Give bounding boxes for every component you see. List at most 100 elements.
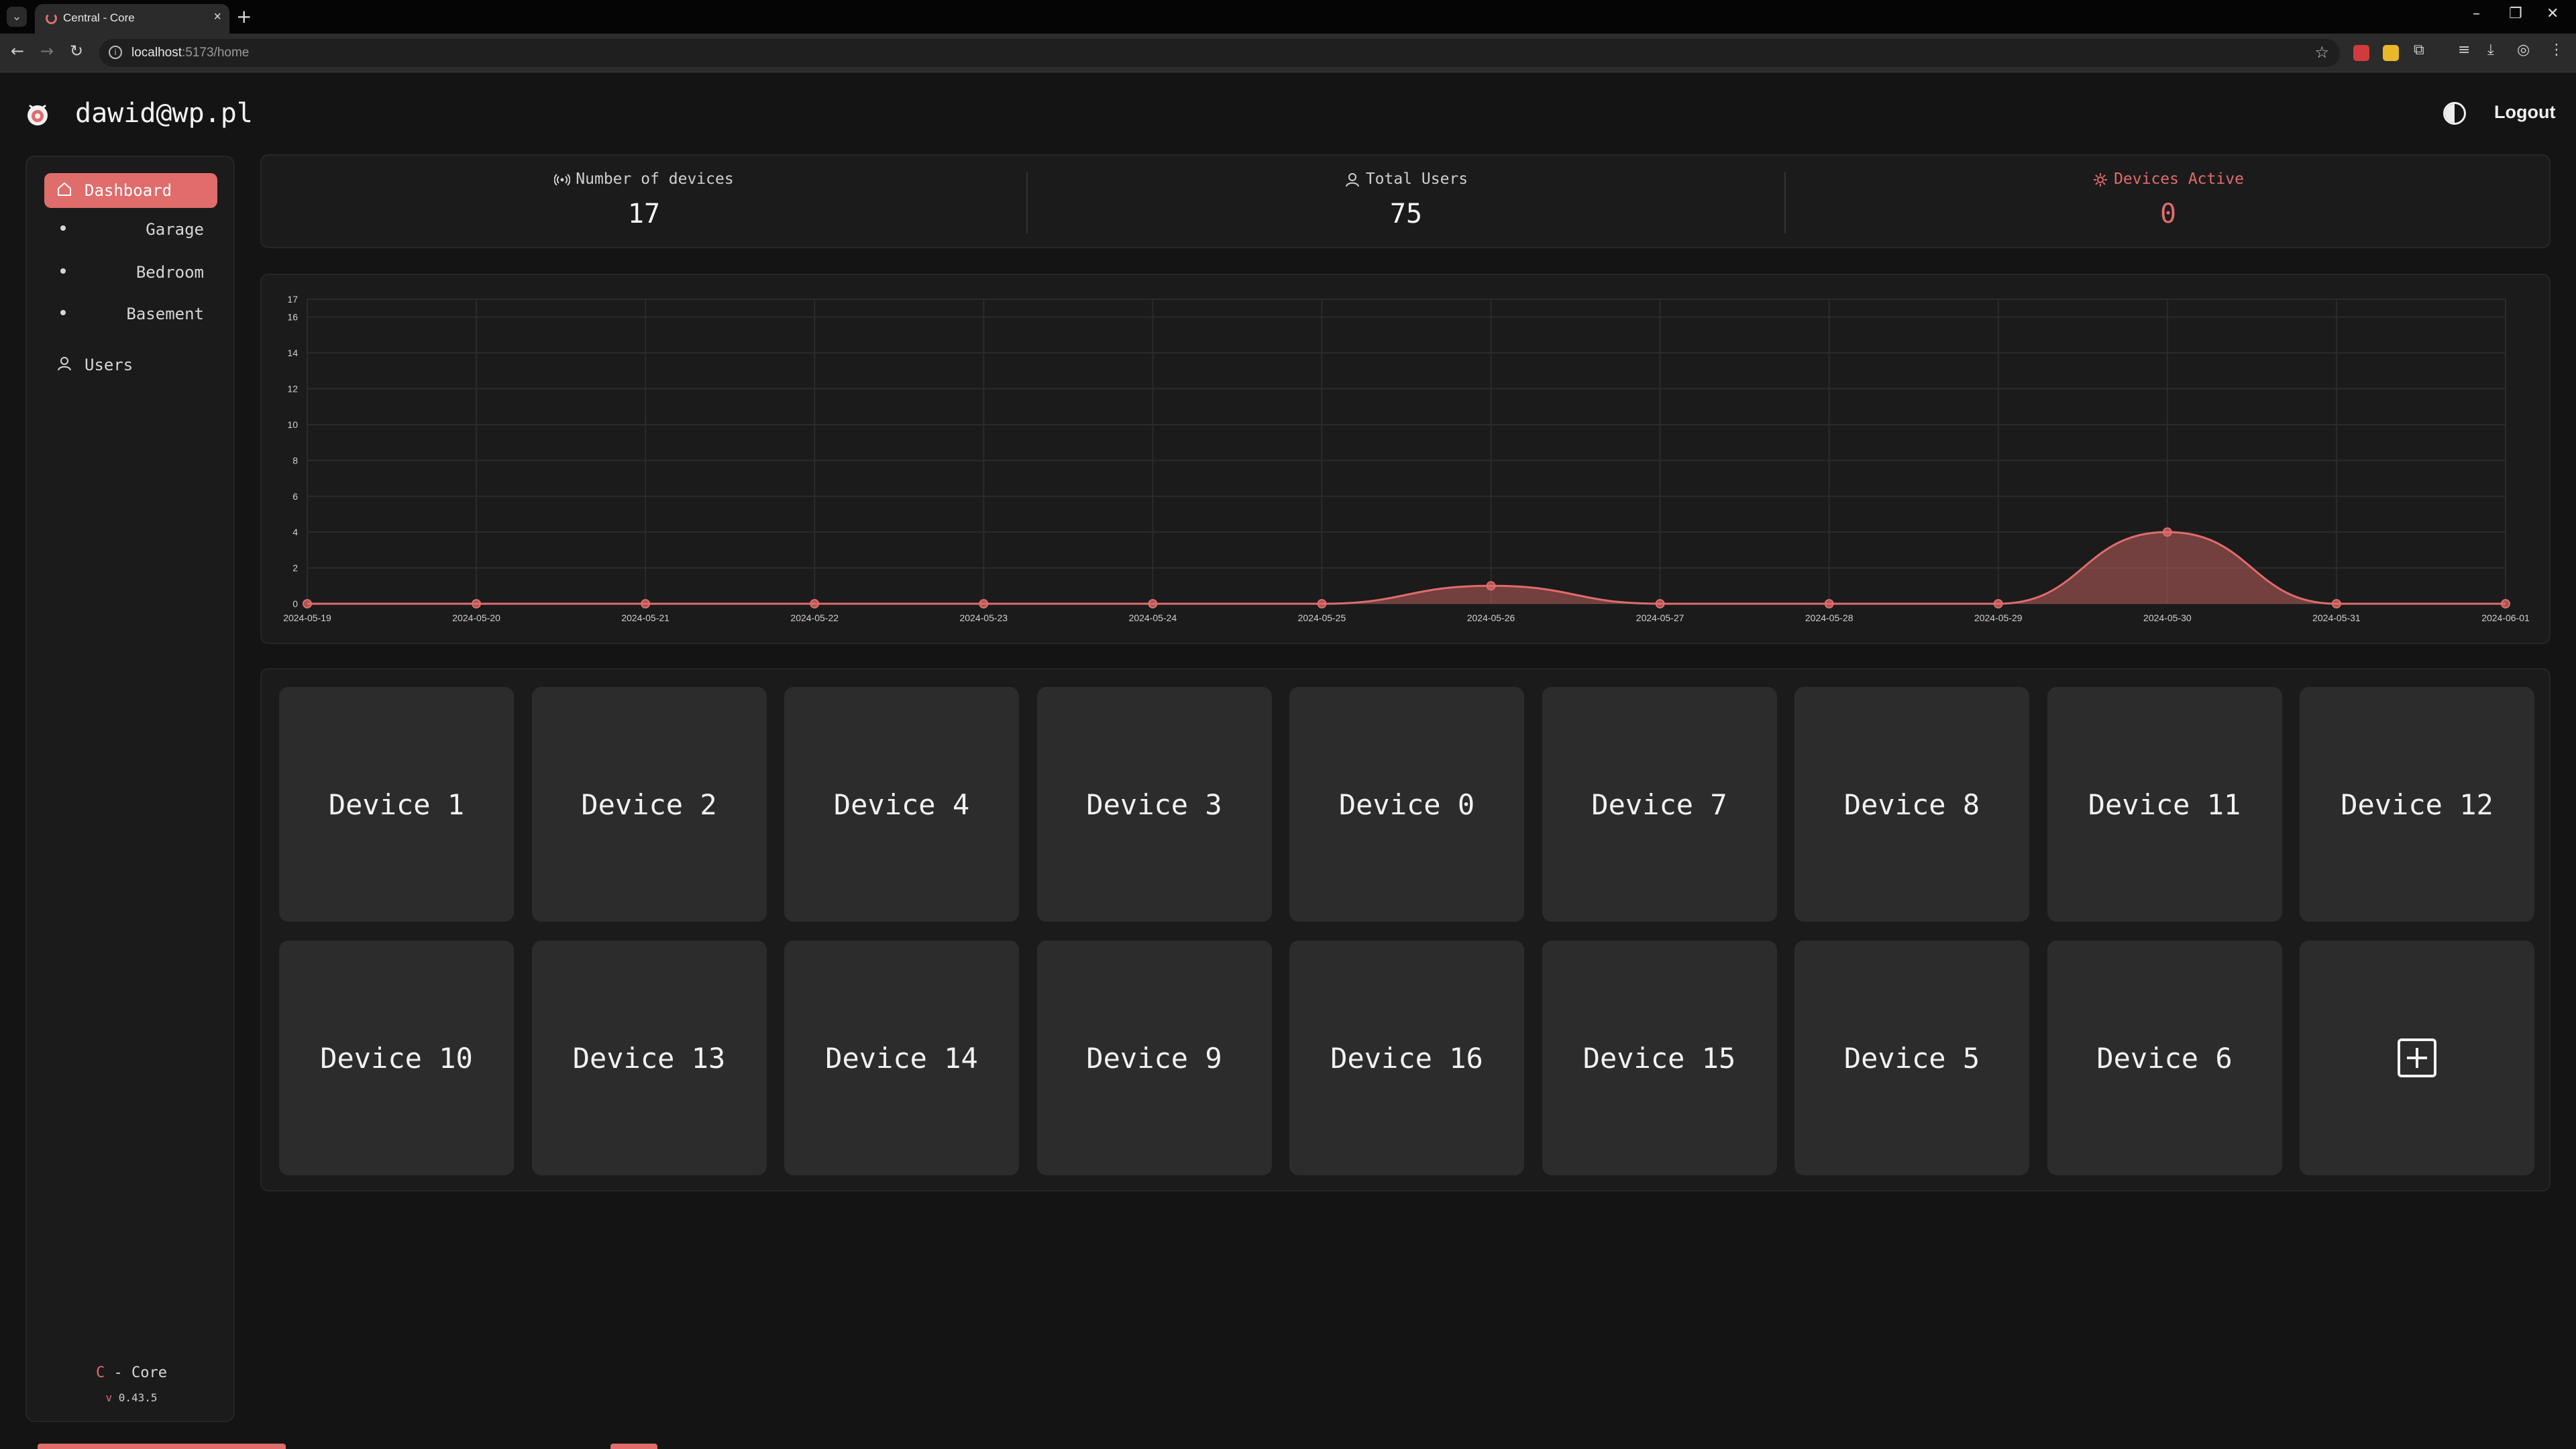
x-tick-label: 2024-06-01 (2481, 612, 2530, 623)
chart-canvas: 0 2 4 6 8 10 12 14 16 17 2024-05-19 2024-05-20 2024-… (283, 294, 2530, 623)
back-icon[interactable]: ← (11, 42, 24, 60)
x-tick-label: 2024-05-22 (790, 612, 839, 623)
stat-users-title: Total Users (1365, 170, 1468, 188)
app-version: v 0.43.5 (105, 1391, 158, 1404)
data-point (1486, 581, 1496, 591)
tab-close-icon[interactable]: × (213, 9, 221, 25)
bottom-scroll-indicator (38, 1444, 286, 1449)
data-point (810, 599, 820, 608)
restore-window-icon[interactable]: ❐ (2509, 5, 2522, 22)
y-tick-label: 10 (287, 419, 298, 430)
bullet-icon (60, 310, 66, 315)
data-point (2501, 599, 2510, 608)
data-point (472, 599, 482, 608)
device-tile[interactable]: Device 3 (1036, 687, 1272, 922)
device-tile[interactable]: Device 12 (2300, 687, 2534, 922)
data-point (1993, 599, 2003, 608)
bookmark-star-icon[interactable]: ☆ (2314, 43, 2329, 62)
device-tile[interactable]: Device 11 (2047, 687, 2282, 922)
x-tick-label: 2024-05-19 (283, 612, 331, 623)
devices-grid: Device 1 Device 2 Device 4 Device 3 Device 0… (260, 668, 2551, 1191)
extension-red-icon[interactable] (2353, 45, 2369, 61)
y-tick-label: 17 (287, 294, 298, 305)
theme-toggle-icon[interactable] (2443, 102, 2466, 125)
device-tile[interactable]: Device 6 (2047, 941, 2282, 1175)
device-tile[interactable]: Device 1 (279, 687, 514, 922)
y-tick-label: 12 (287, 384, 298, 394)
sidebar-item-basement[interactable]: Basement (60, 299, 232, 329)
data-point (2162, 527, 2172, 537)
bottom-scroll-indicator (610, 1444, 657, 1449)
sidebar-item-label: Dashboard (85, 181, 172, 200)
user-email: dawid@wp.pl (75, 98, 253, 129)
broadcast-icon (554, 173, 571, 186)
data-point (2331, 599, 2341, 608)
media-controls-icon[interactable]: ≡ (2458, 42, 2470, 58)
device-tile[interactable]: Device 8 (1794, 687, 2029, 922)
device-tile[interactable]: Device 14 (784, 941, 1019, 1175)
app-logo-icon (28, 105, 48, 125)
stat-users: Total Users 75 (1028, 156, 1784, 250)
browser-menu-icon[interactable]: ⋮ (2549, 42, 2564, 58)
data-point (303, 599, 312, 608)
home-icon (58, 182, 71, 196)
tab-favicon-icon (46, 13, 57, 24)
address-bar[interactable]: i localhost:5173/home ☆ (99, 39, 2340, 67)
x-tick-label: 2024-05-24 (1129, 612, 1177, 623)
x-tick-label: 2024-05-20 (452, 612, 500, 623)
y-tick-label: 2 (292, 563, 298, 574)
extension-yellow-icon[interactable] (2383, 45, 2399, 61)
device-tile[interactable]: Device 2 (531, 687, 767, 922)
device-tile[interactable]: Device 13 (531, 941, 767, 1175)
data-point (1655, 599, 1665, 608)
minimize-window-icon[interactable]: – (2473, 5, 2480, 22)
device-tile[interactable]: Device 9 (1036, 941, 1272, 1175)
stat-active-title: Devices Active (2114, 170, 2244, 188)
stat-devices-title: Number of devices (576, 170, 734, 188)
device-tile[interactable]: Device 16 (1289, 941, 1524, 1175)
x-tick-label: 2024-05-21 (621, 612, 669, 623)
y-tick-label: 8 (292, 455, 298, 466)
tab-search-button[interactable]: ⌄ (7, 7, 27, 27)
data-point (641, 599, 651, 608)
stat-devices: Number of devices 17 (262, 156, 1026, 250)
address-url: localhost:5173/home (131, 46, 250, 60)
stats-panel: Number of devices 17 Total Users 75 Devi… (260, 154, 2551, 248)
device-tile[interactable]: Device 15 (1542, 941, 1777, 1175)
data-point (1824, 599, 1834, 608)
sidebar-item-garage[interactable]: Garage (60, 215, 232, 244)
downloads-icon[interactable]: ⤓ (2487, 42, 2494, 58)
data-point (979, 599, 989, 608)
x-tick-label: 2024-05-23 (959, 612, 1008, 623)
tab-title: Central - Core (63, 11, 135, 24)
stat-devices-value: 17 (627, 199, 661, 229)
profile-avatar-icon[interactable]: ◎ (2517, 42, 2530, 58)
site-info-icon[interactable]: i (109, 46, 122, 59)
stat-active-value: 0 (2159, 199, 2177, 229)
new-tab-button[interactable]: + (236, 5, 252, 28)
device-tile[interactable]: Device 10 (279, 941, 514, 1175)
device-tile[interactable]: Device 4 (784, 687, 1019, 922)
sidebar-item-users[interactable]: Users (44, 347, 217, 382)
logout-button[interactable]: Logout (2494, 102, 2555, 123)
x-tick-label: 2024-05-25 (1298, 612, 1346, 623)
sidebar-item-bedroom[interactable]: Bedroom (60, 258, 232, 287)
device-tile[interactable]: Device 5 (1794, 941, 2029, 1175)
add-device-button[interactable] (2300, 941, 2534, 1175)
sidebar-item-label: Bedroom (136, 263, 204, 282)
forward-icon[interactable]: → (40, 42, 54, 60)
user-icon (58, 357, 71, 371)
extensions-puzzle-icon[interactable]: ⧉ (2414, 42, 2424, 58)
reload-icon[interactable]: ↻ (70, 42, 83, 60)
x-tick-label: 2024-05-29 (1974, 612, 2023, 623)
user-icon (1345, 172, 1359, 186)
device-tile[interactable]: Device 7 (1542, 687, 1777, 922)
browser-tab[interactable]: Central - Core × (35, 4, 229, 34)
y-tick-label: 16 (287, 312, 298, 323)
x-tick-label: 2024-05-31 (2312, 612, 2361, 623)
device-tile[interactable]: Device 0 (1289, 687, 1524, 922)
close-window-icon[interactable]: ✕ (2546, 5, 2559, 22)
stat-active: Devices Active 0 (1786, 156, 2551, 250)
sidebar-item-label: Basement (126, 305, 204, 323)
sidebar-item-dashboard[interactable]: Dashboard (44, 173, 217, 208)
